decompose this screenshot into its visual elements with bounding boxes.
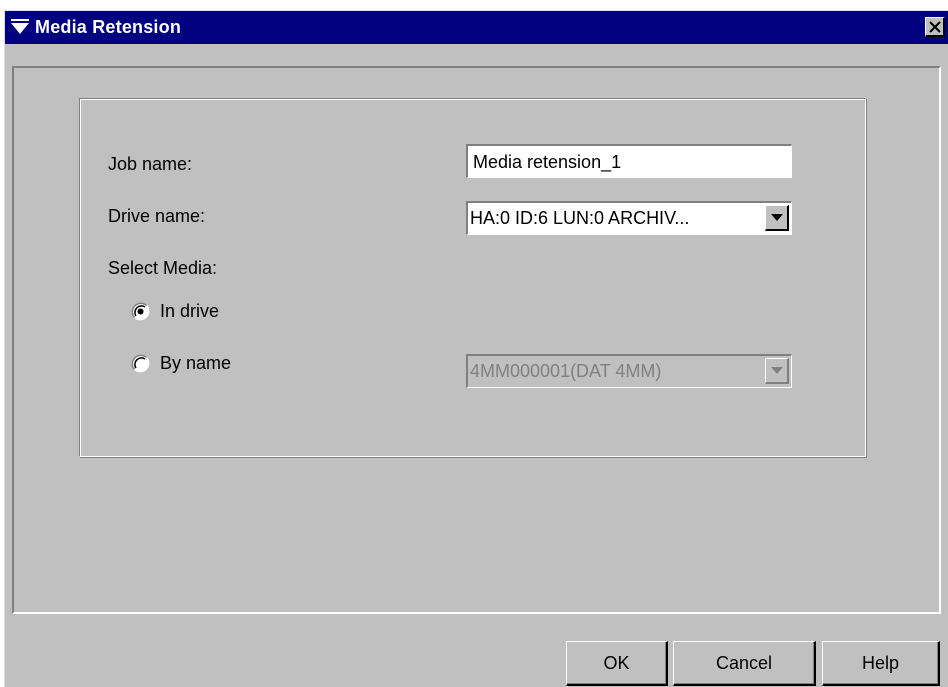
title-bar[interactable]: Media Retension	[5, 11, 948, 44]
select-media-label: Select Media:	[108, 258, 218, 278]
drive-name-dropdown[interactable]: HA:0 ID:6 LUN:0 ARCHIV...	[466, 201, 792, 235]
drive-name-label: Drive name:	[108, 206, 206, 226]
funnel-icon	[11, 19, 29, 34]
by-name-label: By name	[160, 353, 232, 373]
media-name-value: 4MM000001(DAT 4MM)	[470, 361, 662, 381]
close-icon	[929, 21, 941, 33]
close-button[interactable]	[925, 17, 945, 37]
by-name-radio[interactable]	[131, 354, 150, 373]
ok-button[interactable]: OK	[566, 641, 668, 686]
drive-dropdown-button[interactable]	[765, 205, 789, 231]
media-name-dropdown[interactable]: 4MM000001(DAT 4MM)	[466, 354, 792, 388]
chevron-down-icon	[771, 214, 783, 221]
media-retension-dialog: Media Retension Job name: Media retensio…	[4, 10, 948, 687]
job-name-input[interactable]: Media retension_1	[466, 144, 792, 178]
chevron-down-icon	[771, 367, 783, 374]
help-button[interactable]: Help	[822, 641, 940, 686]
radio-unselected-icon	[131, 354, 150, 373]
in-drive-label: In drive	[160, 301, 220, 321]
cancel-button[interactable]: Cancel	[673, 641, 816, 686]
drive-name-value: HA:0 ID:6 LUN:0 ARCHIV...	[470, 208, 690, 228]
window-title: Media Retension	[35, 17, 182, 37]
media-dropdown-button[interactable]	[765, 358, 789, 384]
job-name-label: Job name:	[108, 154, 193, 174]
in-drive-radio[interactable]	[131, 302, 150, 321]
radio-selected-icon	[131, 302, 150, 321]
